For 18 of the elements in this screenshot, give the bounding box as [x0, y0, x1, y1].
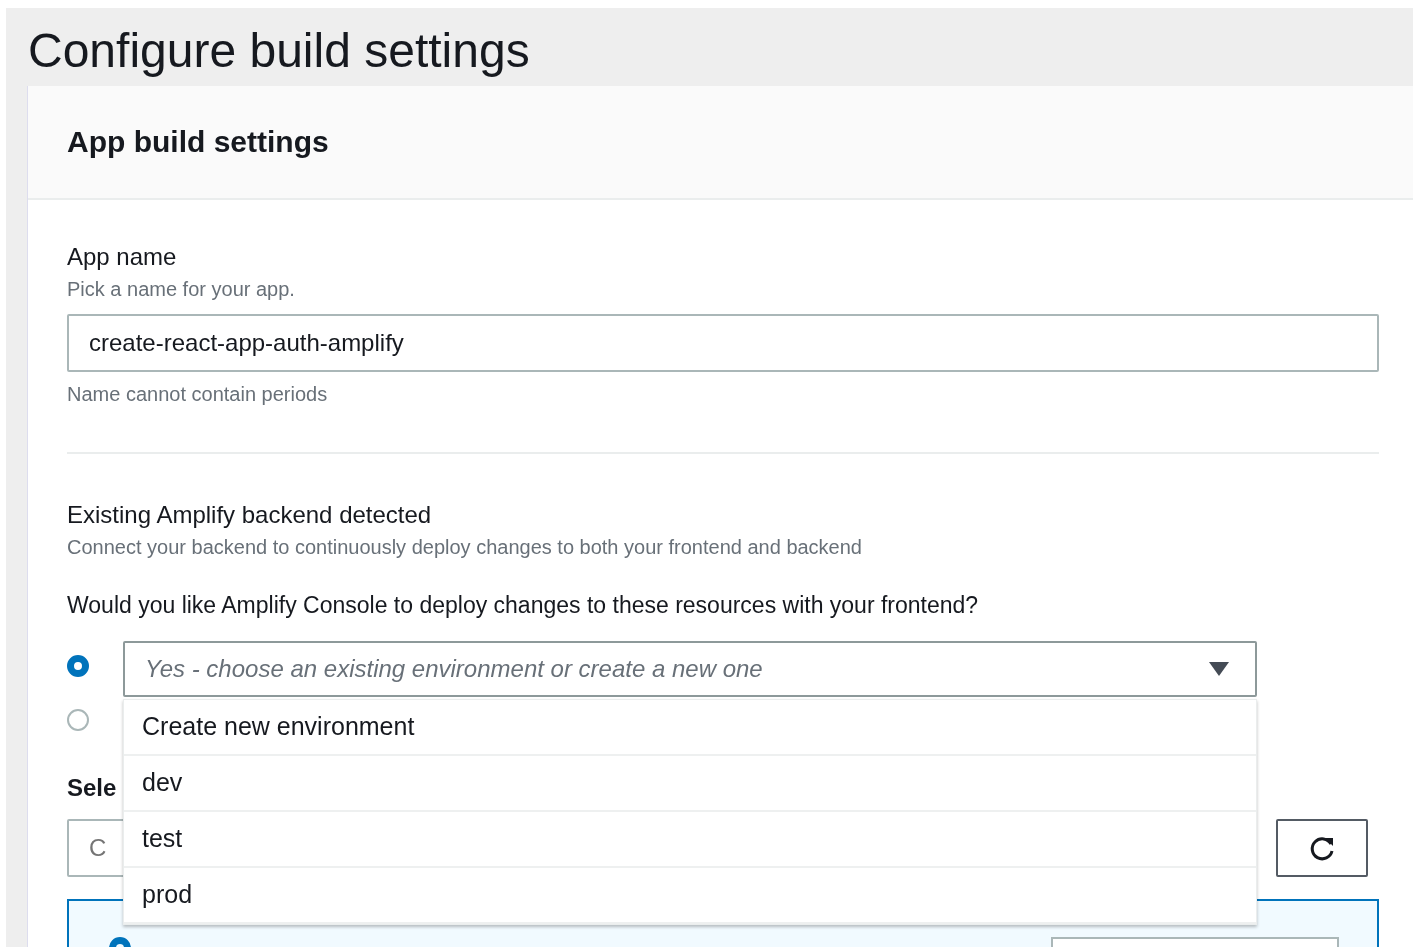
radio-button[interactable]: [67, 655, 89, 677]
dropdown-option[interactable]: test: [124, 812, 1256, 868]
field-label: App name: [67, 242, 178, 272]
environment-select[interactable]: Yes - choose an existing environment or create a new one: [123, 641, 1257, 697]
section-description: Connect your backend to continuously deploy changes to both your frontend and backend: [67, 535, 863, 560]
dropdown-option[interactable]: Create new environment: [124, 700, 1256, 756]
radio-button[interactable]: [67, 709, 89, 731]
question-text: Would you like Amplify Console to deploy changes to these resources with your frontend?: [67, 592, 980, 619]
card-title: App build settings: [67, 125, 329, 159]
field-hint: Pick a name for your app.: [67, 277, 296, 302]
refresh-button[interactable]: [1276, 819, 1368, 877]
section-label: Existing Amplify backend detected: [67, 500, 433, 530]
app-name-input[interactable]: create-react-app-auth-amplify: [67, 314, 1379, 372]
page-title: Configure build settings: [27, 23, 531, 79]
dropdown-option[interactable]: dev: [124, 756, 1256, 812]
field-constraint: Name cannot contain periods: [67, 382, 329, 407]
caret-icon: [1209, 662, 1229, 676]
field-label: Sele: [67, 773, 117, 803]
